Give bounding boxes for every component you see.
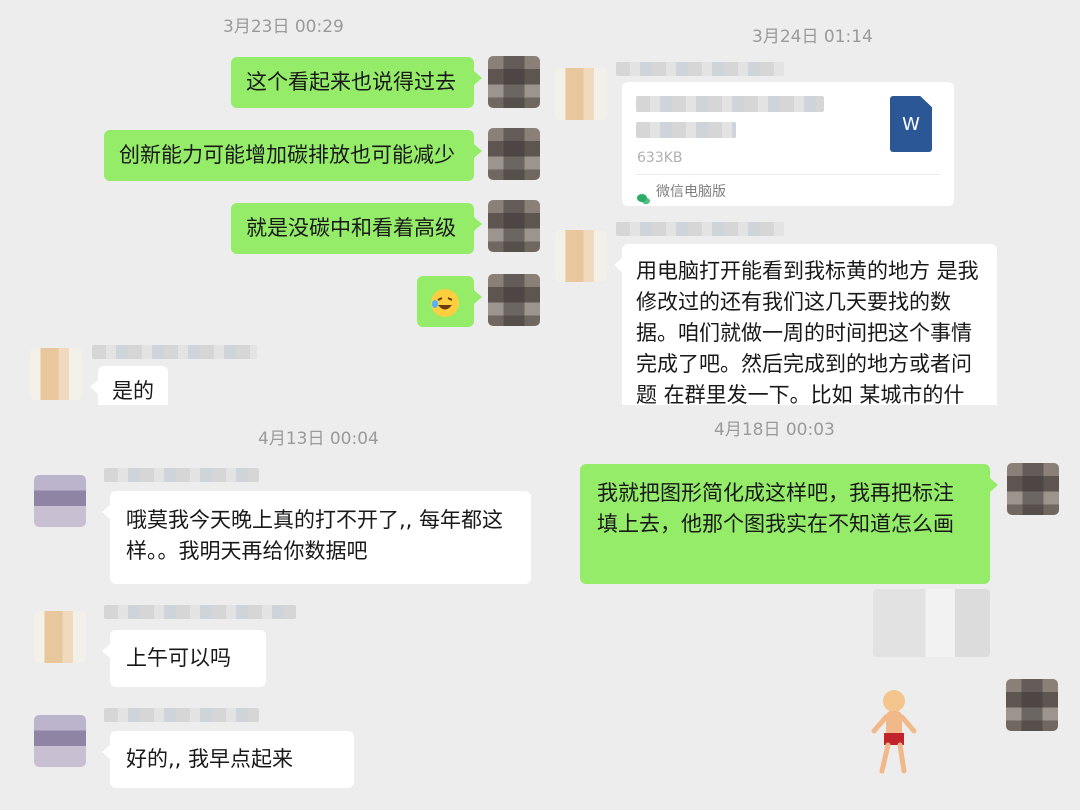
avatar[interactable] [555, 230, 607, 282]
laughing-crying-emoji-icon [431, 289, 459, 317]
message-text: 好的,, 我早点起来 [126, 747, 294, 771]
avatar[interactable] [488, 274, 540, 326]
message-text: 哦莫我今天晚上真的打不开了,, 每年都这样。。我明天再给你数据吧 [126, 508, 504, 563]
wechat-pc-icon [637, 194, 650, 205]
avatar[interactable] [30, 348, 82, 400]
timestamp: 4月18日 00:03 [714, 420, 835, 440]
message-text: 是的 [112, 379, 154, 403]
message-text: 这个看起来也说得过去 [246, 70, 456, 94]
message-bubble-sent[interactable]: 我就把图形简化成这样吧，我再把标注填上去，他那个图我实在不知道怎么画 [580, 464, 998, 584]
file-name-blurred [636, 96, 824, 112]
message-text: 我就把图形简化成这样吧，我再把标注填上去，他那个图我实在不知道怎么画 [597, 481, 954, 536]
wechat-pc-icon [636, 184, 650, 205]
word-icon-letter: W [902, 114, 920, 135]
cartoon-sticker[interactable] [870, 687, 918, 777]
file-size: 633KB [637, 150, 683, 166]
message-text: 上午可以吗 [126, 646, 231, 670]
sender-name-blurred [616, 62, 784, 76]
sender-name-blurred [104, 605, 296, 619]
message-bubble-received[interactable]: 是的 [90, 366, 168, 405]
message-bubble-received[interactable]: 用电脑打开能看到我标黄的地方 是我修改过的还有我们这几天要找的数据。咱们就做一周… [614, 244, 997, 405]
panel-bottom-left: 4月13日 00:04 哦莫我今天晚上真的打不开了,, 每年都这样。。我明天再给… [0, 405, 540, 810]
file-source: 微信电脑版 [656, 184, 726, 200]
word-file-icon: W [890, 96, 932, 152]
message-text: 就是没碳中和看着高级 [246, 216, 456, 240]
sender-name-blurred [104, 708, 259, 722]
file-name-blurred [636, 122, 736, 138]
sender-name-blurred [92, 345, 257, 359]
avatar[interactable] [34, 475, 86, 527]
panel-top-right: 3月24日 01:14 633KB W 微信电脑版 用电脑打开能看到我标黄的地方… [540, 0, 1080, 405]
message-bubble-sent[interactable]: 这个看起来也说得过去 [231, 57, 482, 108]
image-thumbnail-blurred[interactable] [873, 589, 990, 657]
message-bubble-sent[interactable]: 就是没碳中和看着高级 [231, 203, 482, 254]
laughing-crying-emoji-icon [432, 290, 458, 316]
dancing-man-sticker-icon [871, 690, 917, 774]
panel-top-left: 3月23日 00:29 这个看起来也说得过去 创新能力可能增加碳排放也可能减少 … [0, 0, 540, 405]
avatar[interactable] [488, 200, 540, 252]
timestamp: 3月24日 01:14 [752, 27, 873, 47]
sender-name-blurred [104, 468, 259, 482]
avatar[interactable] [34, 715, 86, 767]
timestamp: 4月13日 00:04 [258, 429, 379, 449]
file-card[interactable]: 633KB W 微信电脑版 [622, 82, 954, 206]
avatar[interactable] [555, 68, 607, 120]
message-bubble-received[interactable]: 上午可以吗 [102, 630, 266, 687]
timestamp: 3月23日 00:29 [223, 17, 344, 37]
message-bubble-received[interactable]: 好的,, 我早点起来 [102, 731, 354, 788]
message-bubble-received[interactable]: 哦莫我今天晚上真的打不开了,, 每年都这样。。我明天再给你数据吧 [102, 491, 531, 584]
avatar[interactable] [488, 56, 540, 108]
message-bubble-sent-emoji[interactable] [417, 276, 482, 327]
message-bubble-sent[interactable]: 创新能力可能增加碳排放也可能减少 [104, 130, 482, 181]
avatar[interactable] [34, 611, 86, 663]
avatar[interactable] [488, 128, 540, 180]
panel-bottom-right: 4月18日 00:03 我就把图形简化成这样吧，我再把标注填上去，他那个图我实在… [540, 405, 1080, 810]
message-text: 创新能力可能增加碳排放也可能减少 [119, 143, 455, 167]
sender-name-blurred [616, 222, 784, 236]
divider [636, 174, 940, 175]
message-text: 用电脑打开能看到我标黄的地方 是我修改过的还有我们这几天要找的数据。咱们就做一周… [636, 259, 979, 405]
avatar[interactable] [1007, 463, 1059, 515]
avatar[interactable] [1006, 679, 1058, 731]
